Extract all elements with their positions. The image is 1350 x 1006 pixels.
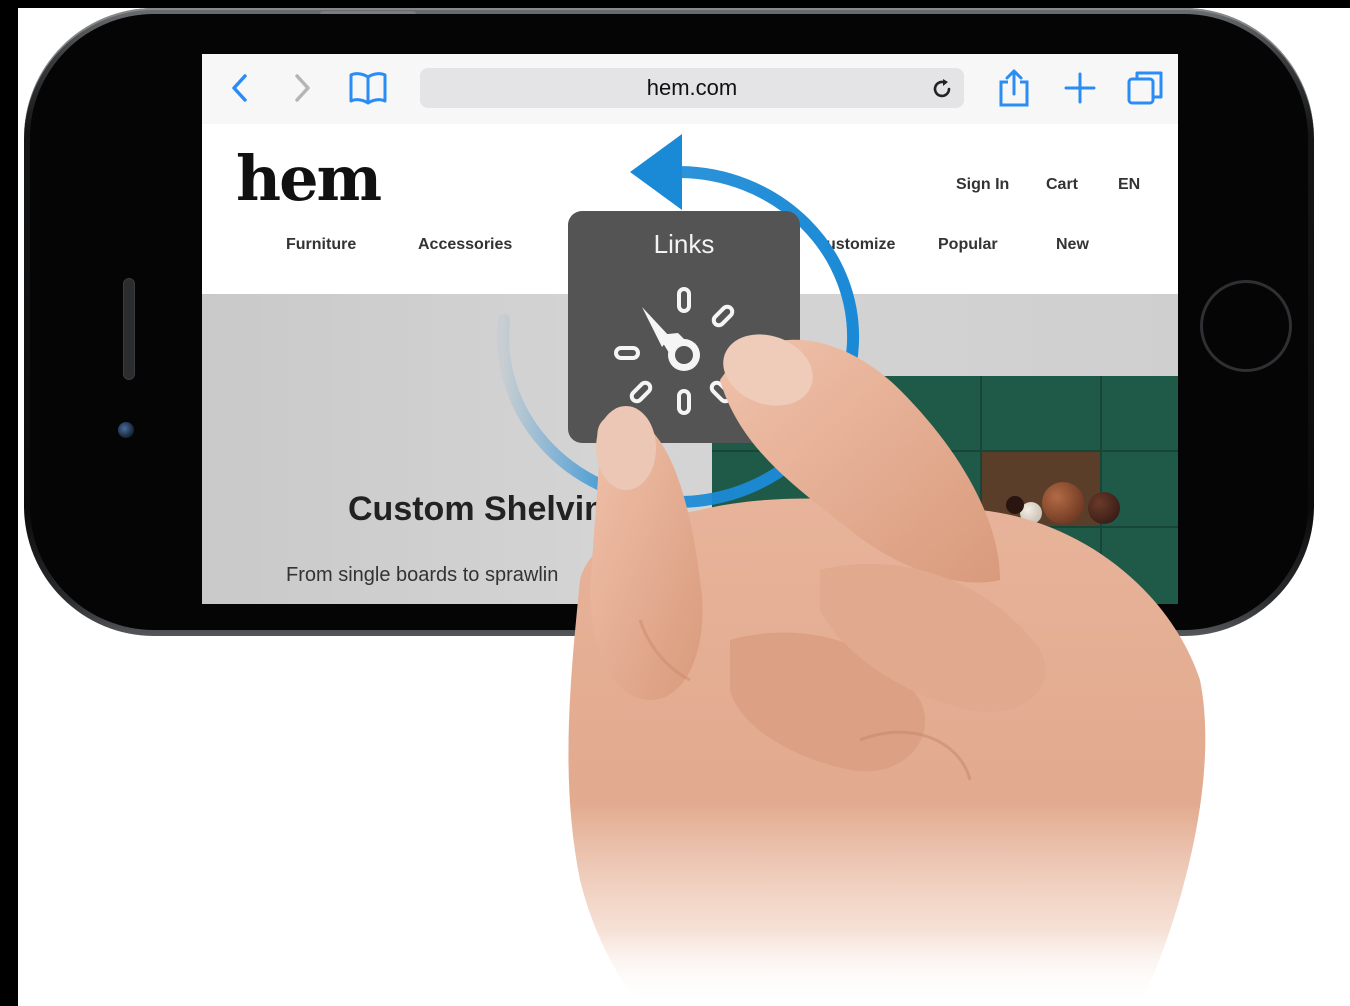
nav-new[interactable]: New [1056, 236, 1089, 254]
share-icon[interactable] [994, 68, 1034, 108]
rotor-label: Links [653, 229, 715, 259]
hand-illustration [568, 334, 1206, 1006]
nav-popular[interactable]: Popular [938, 236, 998, 254]
earpiece-speaker [123, 278, 135, 380]
address-bar[interactable]: hem.com [420, 68, 964, 108]
url-text: hem.com [646, 75, 738, 100]
back-icon[interactable] [220, 68, 260, 108]
tabs-icon[interactable] [1126, 68, 1166, 108]
nav-furniture[interactable]: Furniture [286, 236, 356, 254]
cart-link[interactable]: Cart [1046, 176, 1078, 194]
front-camera [118, 422, 134, 438]
reload-icon[interactable] [930, 68, 954, 108]
hero-subtitle: From single boards to sprawlin [286, 564, 559, 586]
browser-toolbar: hem.com [202, 54, 1178, 125]
sign-in-link[interactable]: Sign In [956, 176, 1009, 194]
bookmarks-icon[interactable] [348, 68, 388, 108]
site-logo[interactable]: hem [236, 142, 382, 215]
forward-icon[interactable] [282, 68, 322, 108]
new-tab-icon[interactable] [1060, 68, 1100, 108]
language-link[interactable]: EN [1118, 176, 1140, 194]
